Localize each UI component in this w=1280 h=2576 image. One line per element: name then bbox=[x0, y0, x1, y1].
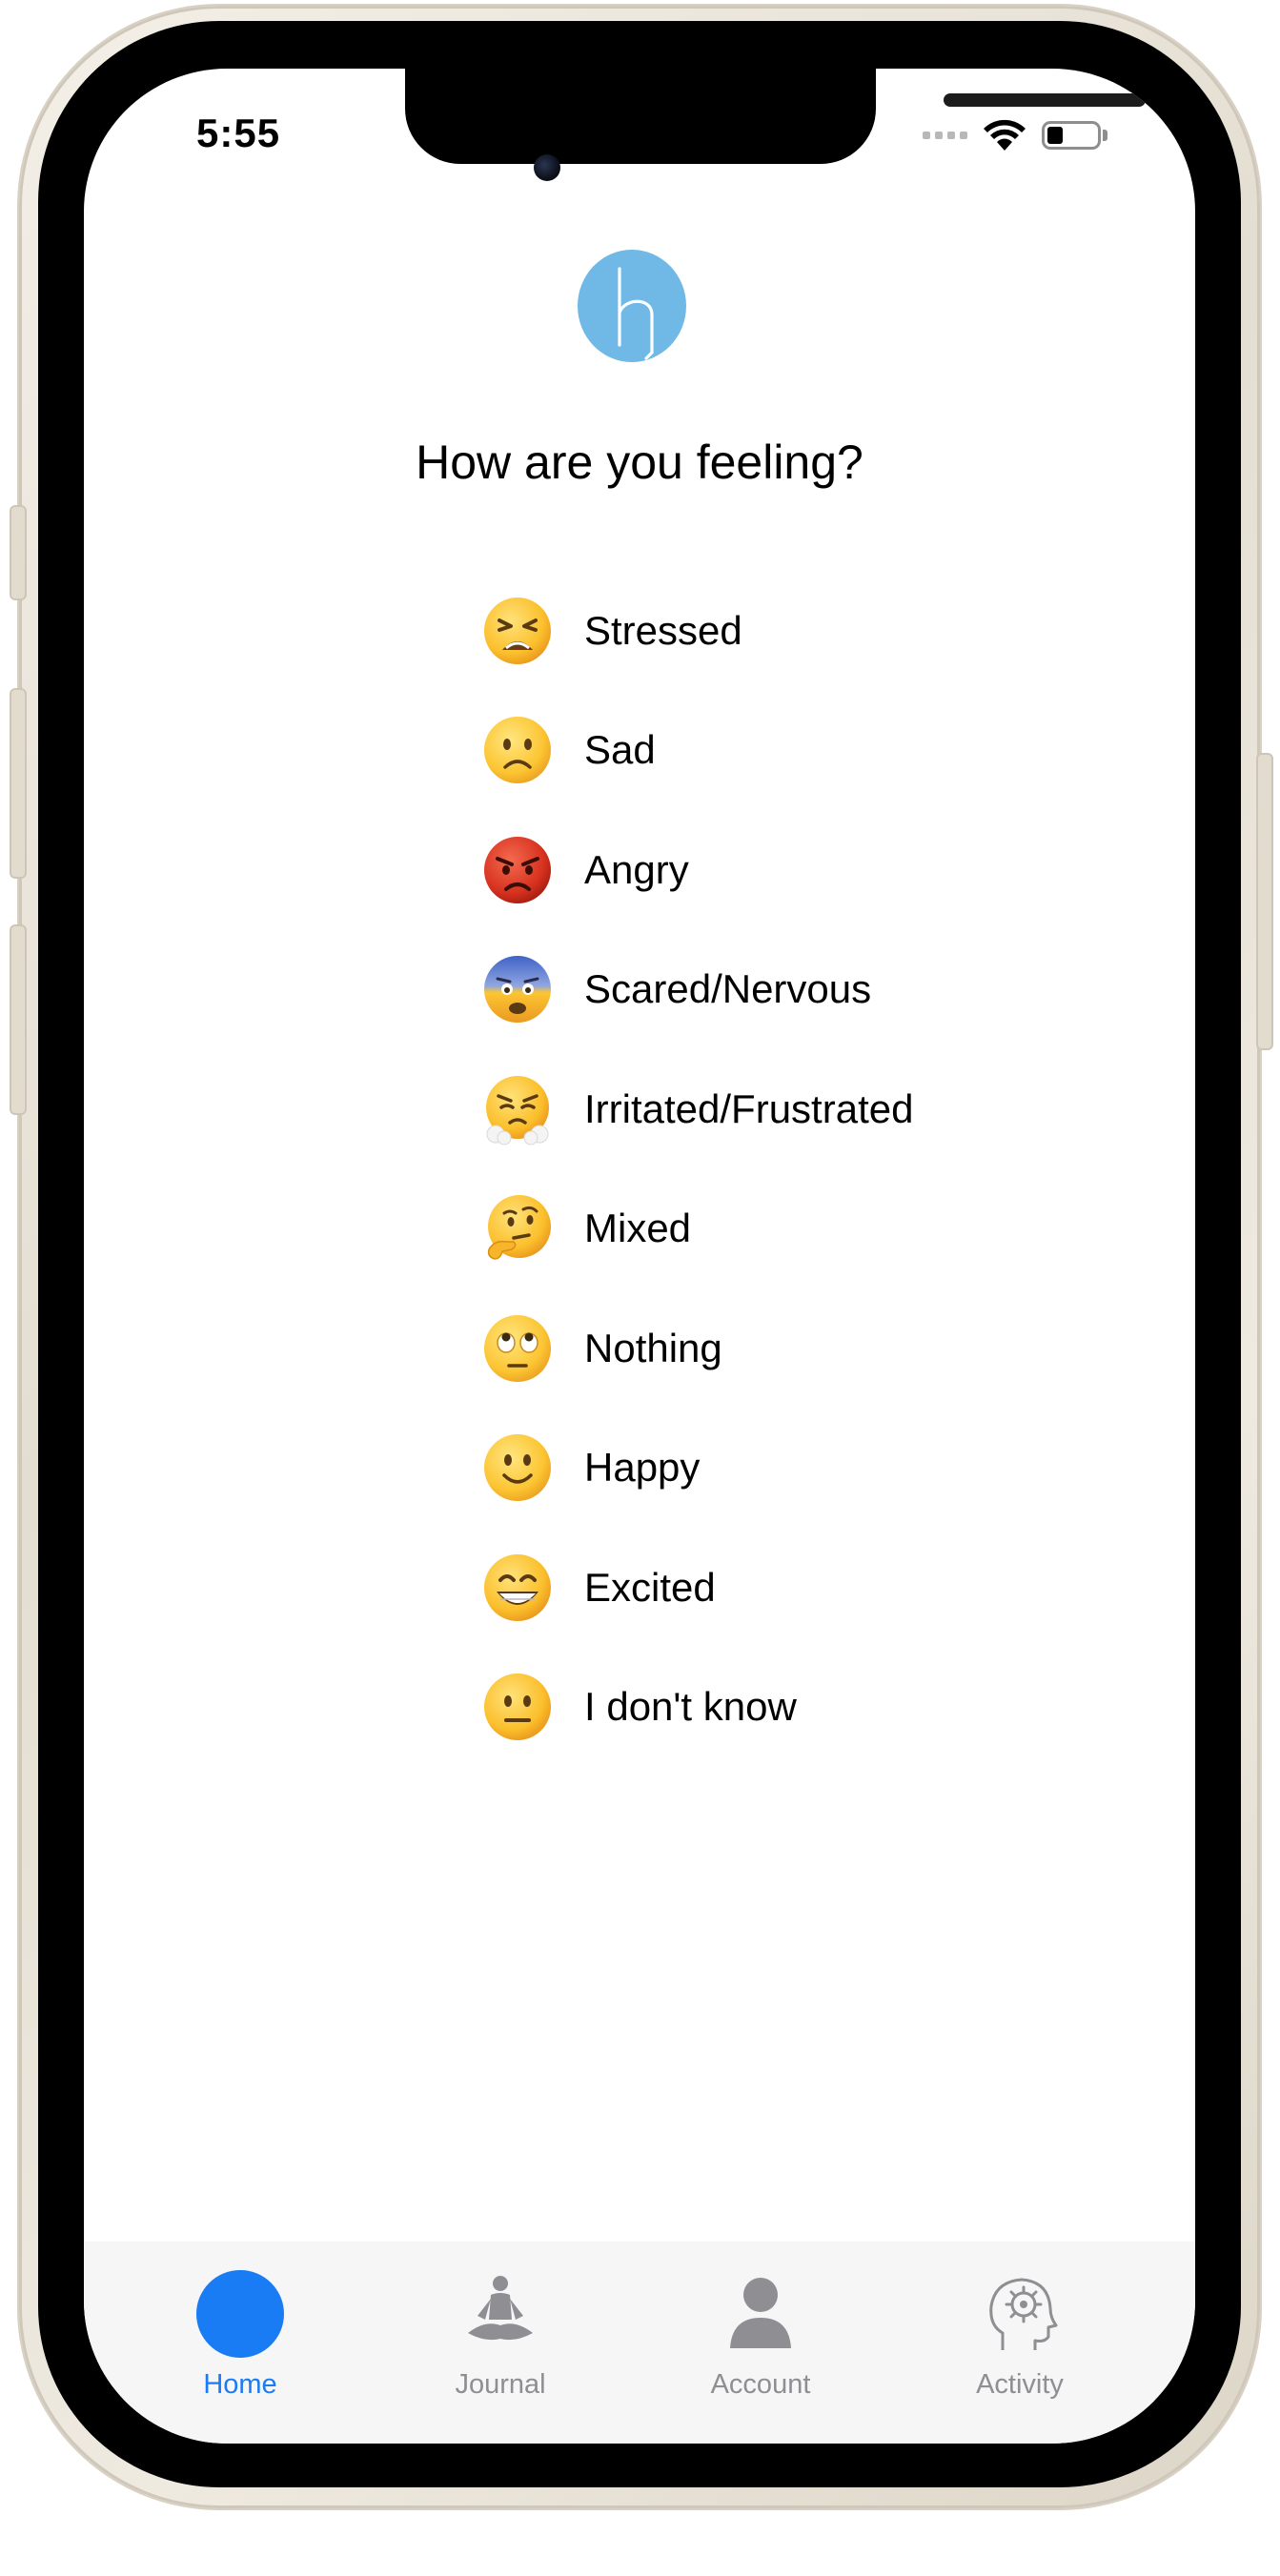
volume-up-button bbox=[10, 688, 27, 879]
fearful-face-emoji bbox=[484, 956, 551, 1024]
home-circle-icon bbox=[196, 2270, 284, 2358]
battery-icon bbox=[1042, 121, 1107, 150]
cellular-signal-icon bbox=[923, 132, 967, 139]
wifi-icon bbox=[984, 119, 1026, 151]
front-camera bbox=[534, 154, 560, 181]
person-icon bbox=[730, 2278, 791, 2348]
tab-label: Journal bbox=[455, 2369, 546, 2400]
head-gear-icon bbox=[989, 2278, 1058, 2350]
tab-journal[interactable]: Journal bbox=[405, 2241, 596, 2413]
mood-label: Nothing bbox=[584, 1325, 722, 1370]
rolling-eyes-emoji bbox=[484, 1314, 551, 1382]
mute-switch bbox=[10, 505, 27, 600]
tab-bar: Home Journal Account Activity bbox=[84, 2241, 1195, 2444]
mood-option-excited[interactable]: Excited bbox=[481, 1528, 913, 1648]
tab-label: Activity bbox=[976, 2369, 1064, 2400]
volume-down-button bbox=[10, 924, 27, 1115]
speaker-grille bbox=[944, 93, 1146, 107]
status-time: 5:55 bbox=[196, 111, 281, 155]
mood-label: I don't know bbox=[584, 1684, 797, 1730]
tab-label: Account bbox=[710, 2369, 811, 2400]
device-mockup: 5:55 How are you feeling? Stressed Sad A… bbox=[0, 0, 1280, 2576]
mood-option-nothing[interactable]: Nothing bbox=[481, 1288, 913, 1409]
mood-label: Irritated/Frustrated bbox=[584, 1085, 914, 1131]
power-button bbox=[1256, 753, 1273, 1050]
face-with-steam-emoji bbox=[486, 1075, 549, 1146]
thinking-face-emoji bbox=[487, 1195, 551, 1261]
tab-account[interactable]: Account bbox=[665, 2241, 856, 2413]
tired-face-emoji bbox=[484, 597, 551, 664]
app-screen: 5:55 How are you feeling? Stressed Sad A… bbox=[84, 69, 1195, 2444]
mood-option-irritated-frustrated[interactable]: Irritated/Frustrated bbox=[481, 1049, 913, 1169]
frowning-face-emoji bbox=[484, 717, 551, 784]
mood-label: Mixed bbox=[584, 1206, 692, 1251]
neutral-face-emoji bbox=[484, 1673, 551, 1741]
tab-label: Home bbox=[203, 2369, 277, 2400]
mood-label: Stressed bbox=[584, 607, 742, 653]
mood-label: Angry bbox=[584, 846, 689, 892]
mood-option-sad[interactable]: Sad bbox=[481, 691, 913, 811]
tab-home[interactable]: Home bbox=[145, 2241, 335, 2413]
meditation-icon bbox=[468, 2276, 533, 2341]
status-indicators bbox=[923, 116, 1107, 154]
mood-option-happy[interactable]: Happy bbox=[481, 1409, 913, 1529]
logo-letter-h bbox=[618, 267, 654, 360]
mood-label: Sad bbox=[584, 727, 656, 773]
notch bbox=[405, 69, 1146, 164]
mood-question: How are you feeling? bbox=[416, 436, 863, 489]
pouting-face-emoji bbox=[484, 836, 551, 903]
mood-option-stressed[interactable]: Stressed bbox=[481, 571, 913, 691]
mood-list: Stressed Sad Angry Scared/Nervous Irrita… bbox=[481, 571, 913, 1767]
mood-option-i-dont-know[interactable]: I don't know bbox=[481, 1648, 913, 1768]
mood-option-angry[interactable]: Angry bbox=[481, 810, 913, 930]
mood-option-mixed[interactable]: Mixed bbox=[481, 1169, 913, 1289]
mood-label: Excited bbox=[584, 1564, 716, 1610]
mood-label: Scared/Nervous bbox=[584, 966, 872, 1012]
slightly-smiling-face-emoji bbox=[484, 1434, 551, 1502]
tab-activity[interactable]: Activity bbox=[924, 2241, 1115, 2413]
mood-label: Happy bbox=[584, 1445, 701, 1491]
app-logo bbox=[578, 250, 686, 362]
grinning-face-emoji bbox=[484, 1553, 551, 1621]
mood-option-scared-nervous[interactable]: Scared/Nervous bbox=[481, 930, 913, 1050]
